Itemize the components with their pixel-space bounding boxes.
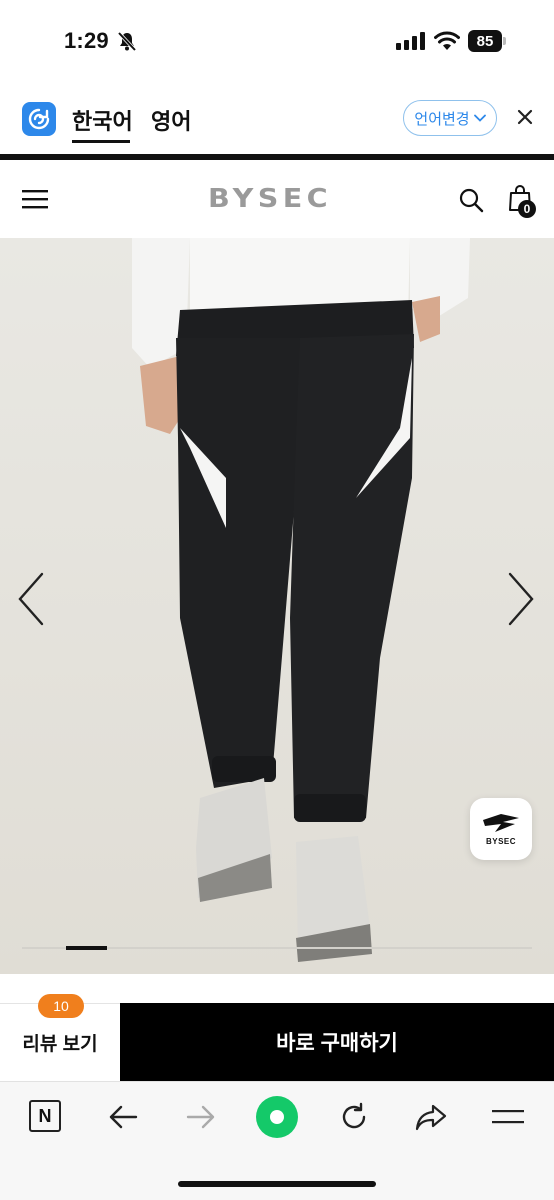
next-image-arrow-icon[interactable] — [506, 572, 536, 626]
search-icon[interactable] — [458, 187, 484, 213]
home-icon[interactable] — [256, 1096, 298, 1138]
buy-now-button[interactable]: 바로 구매하기 — [120, 1003, 554, 1081]
image-slider-thumb — [66, 946, 107, 950]
reload-icon[interactable] — [337, 1100, 371, 1134]
tab-korean[interactable]: 한국어 — [72, 104, 133, 136]
active-tab-underline — [72, 140, 130, 143]
forward-arrow-icon[interactable] — [184, 1100, 218, 1134]
home-indicator — [178, 1181, 376, 1187]
change-language-button[interactable]: 언어변경 — [403, 100, 497, 136]
brand-badge[interactable]: BYSEC — [470, 798, 532, 860]
cart-count-badge: 0 — [518, 200, 536, 218]
wifi-icon — [434, 30, 460, 52]
cellular-signal-icon — [396, 32, 426, 50]
muted-bell-icon — [116, 30, 138, 52]
close-icon[interactable] — [514, 106, 536, 128]
battery-icon: 85 — [468, 30, 508, 52]
battery-level: 85 — [468, 30, 502, 52]
change-language-label: 언어변경 — [414, 110, 470, 128]
review-count-badge: 10 — [38, 994, 84, 1018]
naver-n-icon[interactable]: N — [29, 1100, 61, 1132]
brand-swoosh-icon — [483, 814, 519, 832]
prev-image-arrow-icon[interactable] — [16, 572, 46, 626]
share-icon[interactable] — [414, 1100, 448, 1134]
menu-icon[interactable] — [491, 1100, 525, 1134]
tab-english[interactable]: 영어 — [151, 104, 191, 136]
product-photo — [0, 238, 554, 974]
hamburger-menu-icon[interactable] — [22, 188, 50, 210]
translate-app-icon[interactable] — [22, 102, 56, 136]
status-time: 1:29 — [64, 28, 109, 53]
back-arrow-icon[interactable] — [106, 1100, 140, 1134]
product-image[interactable] — [0, 238, 554, 974]
brand-logo[interactable]: BYSEC — [208, 184, 332, 214]
brand-badge-text: BYSEC — [485, 837, 517, 846]
chevron-down-icon — [473, 114, 486, 122]
